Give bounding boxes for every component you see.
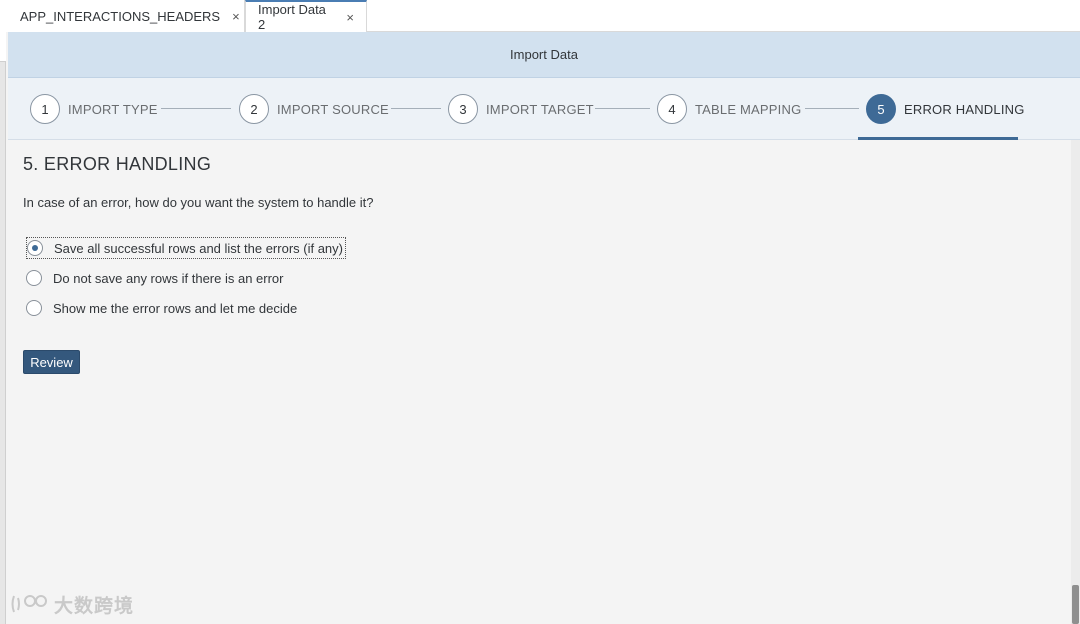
left-panel-edge (0, 32, 6, 624)
watermark: 大数跨境 (10, 590, 134, 618)
step-number: 3 (448, 94, 478, 124)
scrollbar-thumb[interactable] (1072, 585, 1079, 624)
radio-button-selected[interactable] (27, 240, 43, 256)
step-label: ERROR HANDLING (904, 101, 1025, 117)
option-do-not-save[interactable]: Do not save any rows if there is an erro… (26, 267, 284, 289)
vertical-scrollbar[interactable] (1071, 140, 1080, 624)
tab-bar: APP_INTERACTIONS_HEADERS × Import Data 2… (0, 0, 1080, 32)
tab-import-data-2[interactable]: Import Data 2 × (245, 0, 367, 32)
close-icon[interactable]: × (346, 10, 354, 25)
option-label: Show me the error rows and let me decide (53, 300, 298, 316)
step-connector (391, 108, 441, 109)
review-button[interactable]: Review (23, 350, 80, 374)
dialog-header: Import Data (8, 32, 1080, 78)
step-content: 5. ERROR HANDLING In case of an error, h… (8, 140, 1071, 624)
option-show-error-rows[interactable]: Show me the error rows and let me decide (26, 297, 297, 319)
step-number: 4 (657, 94, 687, 124)
left-panel-notch (0, 32, 6, 62)
close-icon[interactable]: × (232, 9, 240, 24)
radio-button[interactable] (26, 300, 42, 316)
tab-app-interactions-headers[interactable]: APP_INTERACTIONS_HEADERS × (0, 0, 245, 32)
step-table-mapping[interactable]: 4 TABLE MAPPING (657, 94, 801, 124)
step-import-source[interactable]: 2 IMPORT SOURCE (239, 94, 389, 124)
step-connector (805, 108, 859, 109)
step-number: 5 (866, 94, 896, 124)
tab-label: Import Data 2 (258, 2, 326, 32)
watermark-text: 大数跨境 (54, 595, 135, 617)
tab-label: APP_INTERACTIONS_HEADERS (20, 8, 221, 24)
step-number: 1 (30, 94, 60, 124)
question-text: In case of an error, how do you want the… (23, 195, 374, 210)
wizard-stepper: 1 IMPORT TYPE 2 IMPORT SOURCE 3 IMPORT T… (8, 78, 1080, 140)
step-connector (595, 108, 650, 109)
step-connector (161, 108, 231, 109)
radio-button[interactable] (26, 270, 42, 286)
option-save-successful-rows[interactable]: Save all successful rows and list the er… (26, 237, 346, 259)
step-label: IMPORT TARGET (486, 101, 594, 117)
step-import-type[interactable]: 1 IMPORT TYPE (30, 94, 158, 124)
step-import-target[interactable]: 3 IMPORT TARGET (448, 94, 594, 124)
section-title: 5. ERROR HANDLING (23, 154, 212, 174)
dialog-title: Import Data (510, 47, 578, 62)
step-error-handling[interactable]: 5 ERROR HANDLING (866, 94, 1025, 124)
step-label: IMPORT TYPE (68, 101, 158, 117)
option-label: Do not save any rows if there is an erro… (53, 270, 284, 286)
option-label: Save all successful rows and list the er… (54, 240, 343, 256)
radio-dot (32, 245, 38, 251)
step-label: TABLE MAPPING (695, 101, 802, 117)
step-number: 2 (239, 94, 269, 124)
watermark-logo-icon (11, 595, 47, 613)
step-label: IMPORT SOURCE (277, 101, 389, 117)
